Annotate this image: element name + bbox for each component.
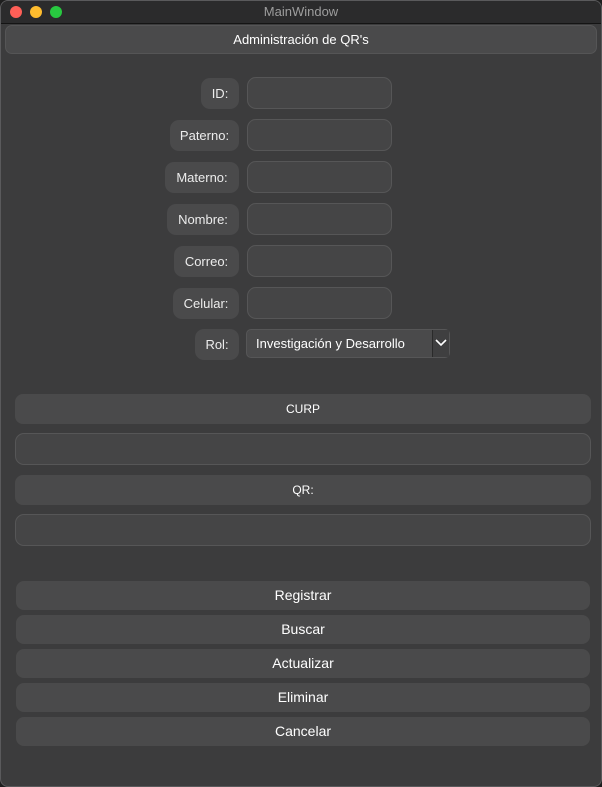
actualizar-button[interactable]: Actualizar	[16, 649, 590, 678]
paterno-label: Paterno:	[170, 120, 239, 151]
id-label: ID:	[201, 78, 239, 109]
celular-input[interactable]	[247, 287, 392, 319]
correo-label: Correo:	[174, 246, 239, 277]
materno-input[interactable]	[247, 161, 392, 193]
nombre-input[interactable]	[247, 203, 392, 235]
curp-label: CURP	[15, 394, 591, 424]
id-input[interactable]	[247, 77, 392, 109]
main-window: MainWindow Administración de QR's ID: Pa…	[0, 0, 602, 787]
registrar-button[interactable]: Registrar	[16, 581, 590, 610]
paterno-input[interactable]	[247, 119, 392, 151]
window-title: MainWindow	[263, 4, 339, 19]
chevron-down-icon[interactable]	[432, 330, 449, 357]
rol-select[interactable]: Investigación y Desarrollo	[246, 329, 450, 358]
materno-label: Materno:	[165, 162, 239, 193]
buscar-button[interactable]: Buscar	[16, 615, 590, 644]
eliminar-button[interactable]: Eliminar	[16, 683, 590, 712]
celular-label: Celular:	[173, 288, 239, 319]
rol-selected-value: Investigación y Desarrollo	[256, 336, 405, 351]
title-bar: MainWindow	[1, 1, 601, 24]
qr-label: QR:	[15, 475, 591, 505]
page-header: Administración de QR's	[5, 25, 597, 54]
nombre-label: Nombre:	[167, 204, 239, 235]
qr-input[interactable]	[15, 514, 591, 546]
curp-input[interactable]	[15, 433, 591, 465]
cancelar-button[interactable]: Cancelar	[16, 717, 590, 746]
correo-input[interactable]	[247, 245, 392, 277]
rol-label: Rol:	[195, 329, 239, 360]
